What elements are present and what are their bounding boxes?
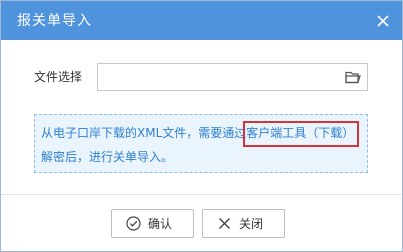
- confirm-button[interactable]: 确认: [111, 209, 194, 238]
- info-text-prefix: 从电子口岸下载的XML文件，需要通过: [41, 126, 247, 140]
- info-notice: 从电子口岸下载的XML文件，需要通过客户端工具（下载） 解密后，进行关单导入。: [34, 114, 368, 173]
- file-path-input[interactable]: [97, 63, 368, 91]
- file-select-label: 文件选择: [34, 70, 83, 84]
- close-icon: [377, 15, 389, 27]
- folder-icon[interactable]: [345, 70, 361, 84]
- confirm-label: 确认: [148, 216, 173, 231]
- info-line-2: 解密后，进行关单导入。: [41, 150, 174, 164]
- info-tool-text: 客户端工具（: [246, 126, 319, 140]
- footer-divider: [1, 194, 402, 195]
- download-link[interactable]: 下载: [318, 126, 342, 140]
- close-label: 关闭: [239, 216, 264, 231]
- close-button[interactable]: 关闭: [202, 209, 285, 238]
- info-tool-close: ）: [342, 126, 355, 140]
- import-dialog: 报关单导入 文件选择 从电子口岸下载的XML文件，需要通过客户端工具（下载） 解…: [0, 0, 403, 252]
- dialog-title: 报关单导入: [17, 13, 92, 29]
- info-line-1: 从电子口岸下载的XML文件，需要通过客户端工具（下载）: [41, 124, 354, 142]
- x-icon: [216, 216, 232, 232]
- check-circle-icon: [125, 216, 141, 232]
- dialog-titlebar: 报关单导入: [1, 1, 402, 40]
- dialog-close-button[interactable]: [372, 10, 394, 32]
